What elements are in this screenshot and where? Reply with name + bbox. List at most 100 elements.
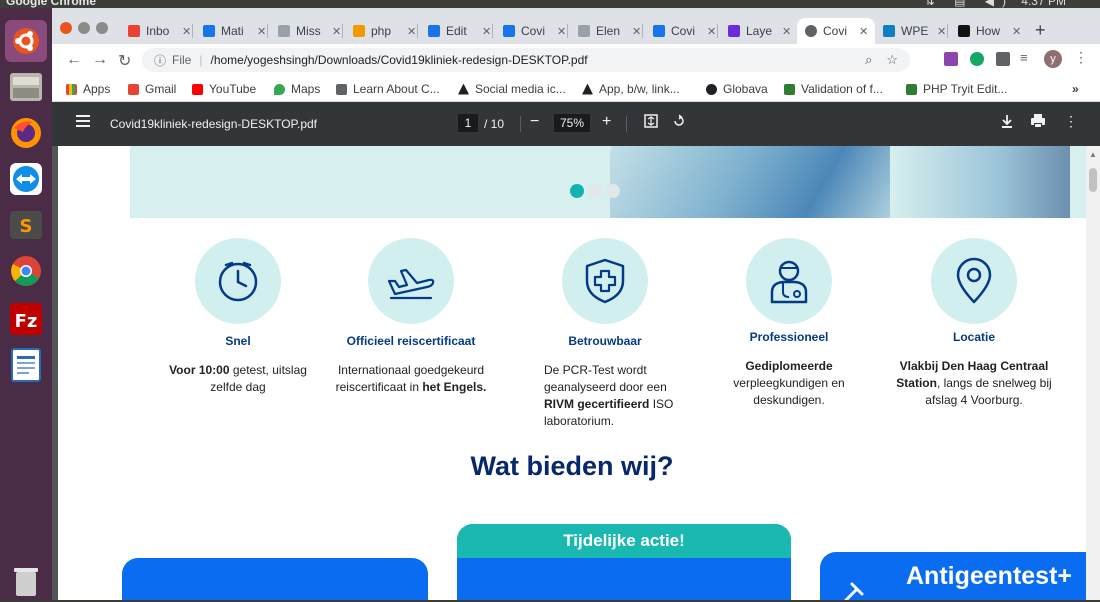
firefox-icon[interactable] <box>5 112 47 154</box>
tab[interactable]: Inbo ✕ <box>120 18 191 44</box>
bookmark-app-bw[interactable]: App, b/w, link... <box>582 82 680 96</box>
ubuntu-icon[interactable] <box>5 20 47 62</box>
tab[interactable]: How ✕ <box>950 18 1021 44</box>
tab-active[interactable]: Covi ✕ <box>797 18 875 44</box>
close-tab-icon[interactable]: ✕ <box>482 25 491 38</box>
tab[interactable]: Miss ✕ <box>270 18 341 44</box>
bookmark-maps[interactable]: Maps <box>274 82 320 96</box>
chrome-icon[interactable] <box>5 250 47 292</box>
maximize-window-button[interactable] <box>96 22 108 34</box>
profile-avatar[interactable]: y <box>1044 50 1062 68</box>
zoom-out-button[interactable]: − <box>530 113 539 131</box>
scroll-up-icon[interactable]: ▲ <box>1089 150 1097 159</box>
tab[interactable]: php ✕ <box>345 18 416 44</box>
bookmarks-bar: Apps Gmail YouTube Maps Learn About C...… <box>52 76 1100 102</box>
scrollbar-thumb[interactable] <box>1089 168 1097 192</box>
close-tab-icon[interactable]: ✕ <box>257 25 266 38</box>
system-tray[interactable]: ⇅ ▤ ◀) <box>925 0 1014 8</box>
pdf-viewport[interactable]: Snel Voor 10:00 getest, uitslag zelfde d… <box>52 146 1100 600</box>
url-text[interactable]: /home/yogeshsingh/Downloads/Covid19klini… <box>210 53 587 67</box>
more-options-icon[interactable]: ⋮ <box>1064 113 1078 130</box>
chrome-menu-icon[interactable]: ⋮ <box>1074 49 1088 65</box>
page-number-input[interactable]: 1 <box>458 114 478 132</box>
antigen-card[interactable]: Antigeentest+ <box>820 552 1086 600</box>
hamburger-menu-icon[interactable] <box>76 115 90 130</box>
close-tab-icon[interactable]: ✕ <box>937 25 946 38</box>
teamviewer-icon[interactable] <box>5 158 47 200</box>
close-tab-icon[interactable]: ✕ <box>182 25 191 38</box>
bookmark-star-icon[interactable]: ☆ <box>886 52 898 68</box>
bookmark-learn[interactable]: Learn About C... <box>336 82 440 96</box>
feature-locatie: Locatie Vlakbij Den Haag Centraal Statio… <box>890 238 1058 409</box>
clock[interactable]: 4:37 PM <box>1021 0 1066 8</box>
pen-extension-icon[interactable] <box>944 52 958 66</box>
triangle-icon <box>458 83 469 95</box>
bookmark-social[interactable]: Social media ic... <box>458 82 566 96</box>
sublime-icon[interactable]: S <box>5 204 47 246</box>
clock-icon <box>218 261 258 302</box>
minimize-window-button[interactable] <box>78 22 90 34</box>
bookmarks-overflow-icon[interactable]: » <box>1072 82 1079 96</box>
close-tab-icon[interactable]: ✕ <box>332 25 341 38</box>
shield-icon <box>585 258 625 304</box>
bookmark-php[interactable]: PHP Tryit Edit... <box>906 82 1007 96</box>
tab[interactable]: WPE ✕ <box>875 18 946 44</box>
link-icon <box>784 83 795 95</box>
tab-strip: Inbo ✕ Mati ✕ Miss ✕ php ✕ Edit ✕ Covi ✕ Elen ✕… <box>52 8 1100 44</box>
fit-page-icon[interactable] <box>644 114 658 131</box>
back-icon[interactable]: ← <box>66 51 82 69</box>
close-tab-icon[interactable]: ✕ <box>632 25 641 38</box>
writer-icon[interactable] <box>5 344 47 386</box>
reload-icon[interactable]: ↻ <box>118 51 131 71</box>
bookmark-apps[interactable]: Apps <box>66 82 110 96</box>
extensions-puzzle-icon[interactable] <box>996 52 1010 66</box>
tab[interactable]: Edit ✕ <box>420 18 491 44</box>
maps-icon <box>274 83 285 95</box>
close-tab-icon[interactable]: ✕ <box>859 25 868 38</box>
promo-card[interactable]: Tijdelijke actie! <box>457 524 791 600</box>
carousel-dot-active[interactable] <box>570 184 584 198</box>
download-icon[interactable] <box>1000 114 1014 131</box>
address-bar[interactable]: ⓘ File | /home/yogeshsingh/Downloads/Cov… <box>142 48 910 72</box>
zoom-level-input[interactable]: 75% <box>554 114 590 132</box>
close-tab-icon[interactable]: ✕ <box>782 25 791 38</box>
launcher-dock: S Fz <box>0 8 52 600</box>
bookmark-label: YouTube <box>209 82 257 96</box>
pdf-scrollbar[interactable]: ▲ <box>1086 146 1100 600</box>
forward-icon[interactable]: → <box>92 51 108 69</box>
close-tab-icon[interactable]: ✕ <box>1012 25 1021 38</box>
bookmark-gmail[interactable]: Gmail <box>128 82 176 96</box>
carousel-dot[interactable] <box>588 184 602 198</box>
filezilla-icon[interactable]: Fz <box>5 298 47 340</box>
carousel-dot[interactable] <box>606 184 620 198</box>
new-tab-button[interactable]: + <box>1035 20 1046 41</box>
trash-icon[interactable] <box>5 560 47 602</box>
info-icon[interactable]: ⓘ <box>154 52 166 69</box>
tab[interactable]: Covi ✕ <box>495 18 566 44</box>
files-icon[interactable] <box>5 66 47 108</box>
zoom-in-button[interactable]: + <box>602 113 611 131</box>
tab[interactable]: Elen ✕ <box>570 18 641 44</box>
shield-bookmark-icon <box>336 83 347 95</box>
print-icon[interactable] <box>1030 114 1046 131</box>
tab-label: Edit <box>446 24 467 38</box>
tab-label: Elen <box>596 24 621 38</box>
bookmark-youtube[interactable]: YouTube <box>192 82 256 96</box>
tab[interactable]: Covi ✕ <box>645 18 716 44</box>
bookmark-validation[interactable]: Validation of f... <box>784 82 883 96</box>
globe-icon <box>805 25 817 37</box>
close-window-button[interactable] <box>60 22 72 34</box>
feature-desc-text: De PCR-Test wordt geanalyseerd door een <box>544 363 667 394</box>
close-tab-icon[interactable]: ✕ <box>407 25 416 38</box>
tab[interactable]: Laye ✕ <box>720 18 791 44</box>
rotate-icon[interactable] <box>672 114 686 131</box>
zoom-icon[interactable]: ⌕ <box>865 52 872 68</box>
offer-card[interactable] <box>122 558 428 600</box>
bookmark-globava[interactable]: Globava <box>706 82 768 96</box>
tab[interactable]: Mati ✕ <box>195 18 266 44</box>
grammarly-extension-icon[interactable] <box>970 52 984 66</box>
reading-list-icon[interactable]: ≡ <box>1020 50 1034 65</box>
feature-icon-circle <box>746 238 832 324</box>
close-tab-icon[interactable]: ✕ <box>707 25 716 38</box>
close-tab-icon[interactable]: ✕ <box>557 25 566 38</box>
